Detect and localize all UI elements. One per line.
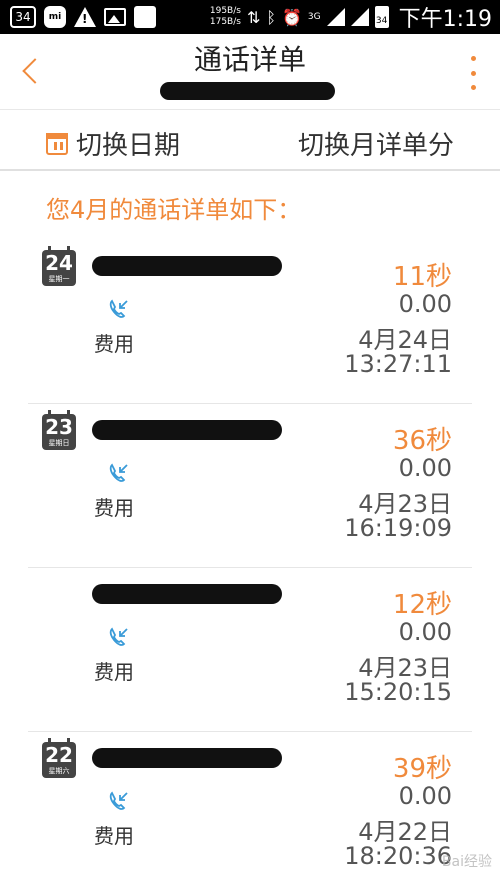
calendar-icon bbox=[46, 132, 68, 155]
redacted-number bbox=[92, 584, 282, 604]
signal-icon-2 bbox=[350, 8, 369, 26]
page-title: 通话详单 bbox=[193, 43, 306, 76]
badge-day: 24 bbox=[45, 251, 73, 275]
status-bar: 34 mi ! 195B/s 175B/s ⇅ ᛒ ⏰ 3G 34 下午1:19 bbox=[0, 0, 500, 34]
call-duration: 36秒 bbox=[392, 426, 452, 456]
app-header: 通话详单 bbox=[0, 34, 500, 110]
calendar-date-icon: 23 星期日 bbox=[42, 410, 76, 450]
badge-weekday: 星期一 bbox=[48, 275, 70, 283]
call-duration: 11秒 bbox=[392, 262, 452, 292]
call-cost: 0.00 bbox=[398, 290, 452, 318]
calendar-date-icon: 24 星期一 bbox=[42, 246, 76, 286]
section-title: 您4月的通话详单如下： bbox=[46, 196, 302, 224]
list-item[interactable]: 24 星期一 费用 11秒 0.00 4月24日 13:27:11 bbox=[28, 240, 472, 404]
image-icon bbox=[104, 8, 126, 26]
call-time: 18:20:36 bbox=[344, 842, 452, 870]
redacted-number bbox=[92, 420, 282, 440]
badge-weekday: 星期日 bbox=[48, 439, 70, 447]
fee-label: 费用 bbox=[94, 824, 134, 848]
toolbar: 切换日期 切换月详单分 bbox=[0, 111, 500, 171]
more-options-icon[interactable] bbox=[468, 56, 478, 90]
incoming-call-icon bbox=[109, 299, 128, 318]
badge-day: 23 bbox=[45, 415, 73, 439]
signal-icon bbox=[326, 8, 345, 26]
watermark: Bai经验 bbox=[441, 854, 492, 870]
notification-box-icon: 34 bbox=[10, 6, 36, 28]
incoming-call-icon bbox=[109, 627, 128, 646]
incoming-call-icon bbox=[109, 791, 128, 810]
switch-month-button[interactable]: 切换月详单分 bbox=[298, 125, 454, 162]
incoming-call-icon bbox=[109, 463, 128, 482]
call-duration: 39秒 bbox=[392, 754, 452, 784]
redacted-phone-number bbox=[160, 82, 335, 100]
network-type: 3G bbox=[307, 12, 321, 22]
call-time: 13:27:11 bbox=[344, 350, 452, 378]
redacted-number bbox=[92, 256, 282, 276]
bluetooth-icon: ᛒ bbox=[266, 7, 276, 27]
call-time: 16:19:09 bbox=[344, 514, 452, 542]
call-time: 15:20:15 bbox=[344, 678, 452, 706]
call-cost: 0.00 bbox=[398, 782, 452, 810]
network-rates: 195B/s 175B/s bbox=[210, 6, 241, 28]
badge-weekday: 星期六 bbox=[48, 767, 70, 775]
warning-icon: ! bbox=[74, 7, 96, 27]
redacted-number bbox=[92, 748, 282, 768]
badge-day: 22 bbox=[45, 743, 73, 767]
switch-date-label: 切换日期 bbox=[76, 131, 181, 161]
switch-date-button[interactable]: 切换日期 bbox=[46, 125, 180, 162]
calendar-date-icon: 22 星期六 bbox=[42, 738, 76, 778]
data-transfer-icon: ⇅ bbox=[246, 7, 261, 27]
list-item[interactable]: 费用 12秒 0.00 4月23日 15:20:15 bbox=[28, 568, 472, 732]
list-item[interactable]: 22 星期六 费用 39秒 0.00 4月22日 18:20:36 bbox=[28, 732, 472, 889]
call-duration: 12秒 bbox=[392, 590, 452, 620]
clock: 下午1:19 bbox=[398, 7, 492, 32]
fee-label: 费用 bbox=[94, 332, 134, 356]
fee-label: 费用 bbox=[94, 496, 134, 520]
fee-label: 费用 bbox=[94, 660, 134, 684]
list-item[interactable]: 23 星期日 费用 36秒 0.00 4月23日 16:19:09 bbox=[28, 404, 472, 568]
call-cost: 0.00 bbox=[398, 618, 452, 646]
upload-rate: 195B/s bbox=[209, 6, 241, 16]
battery-icon: 34 bbox=[374, 6, 389, 28]
download-rate: 175B/s bbox=[209, 17, 241, 27]
call-cost: 0.00 bbox=[398, 454, 452, 482]
app-icon bbox=[134, 6, 156, 28]
alarm-icon: ⏰ bbox=[281, 7, 302, 27]
mi-icon: mi bbox=[44, 6, 66, 28]
